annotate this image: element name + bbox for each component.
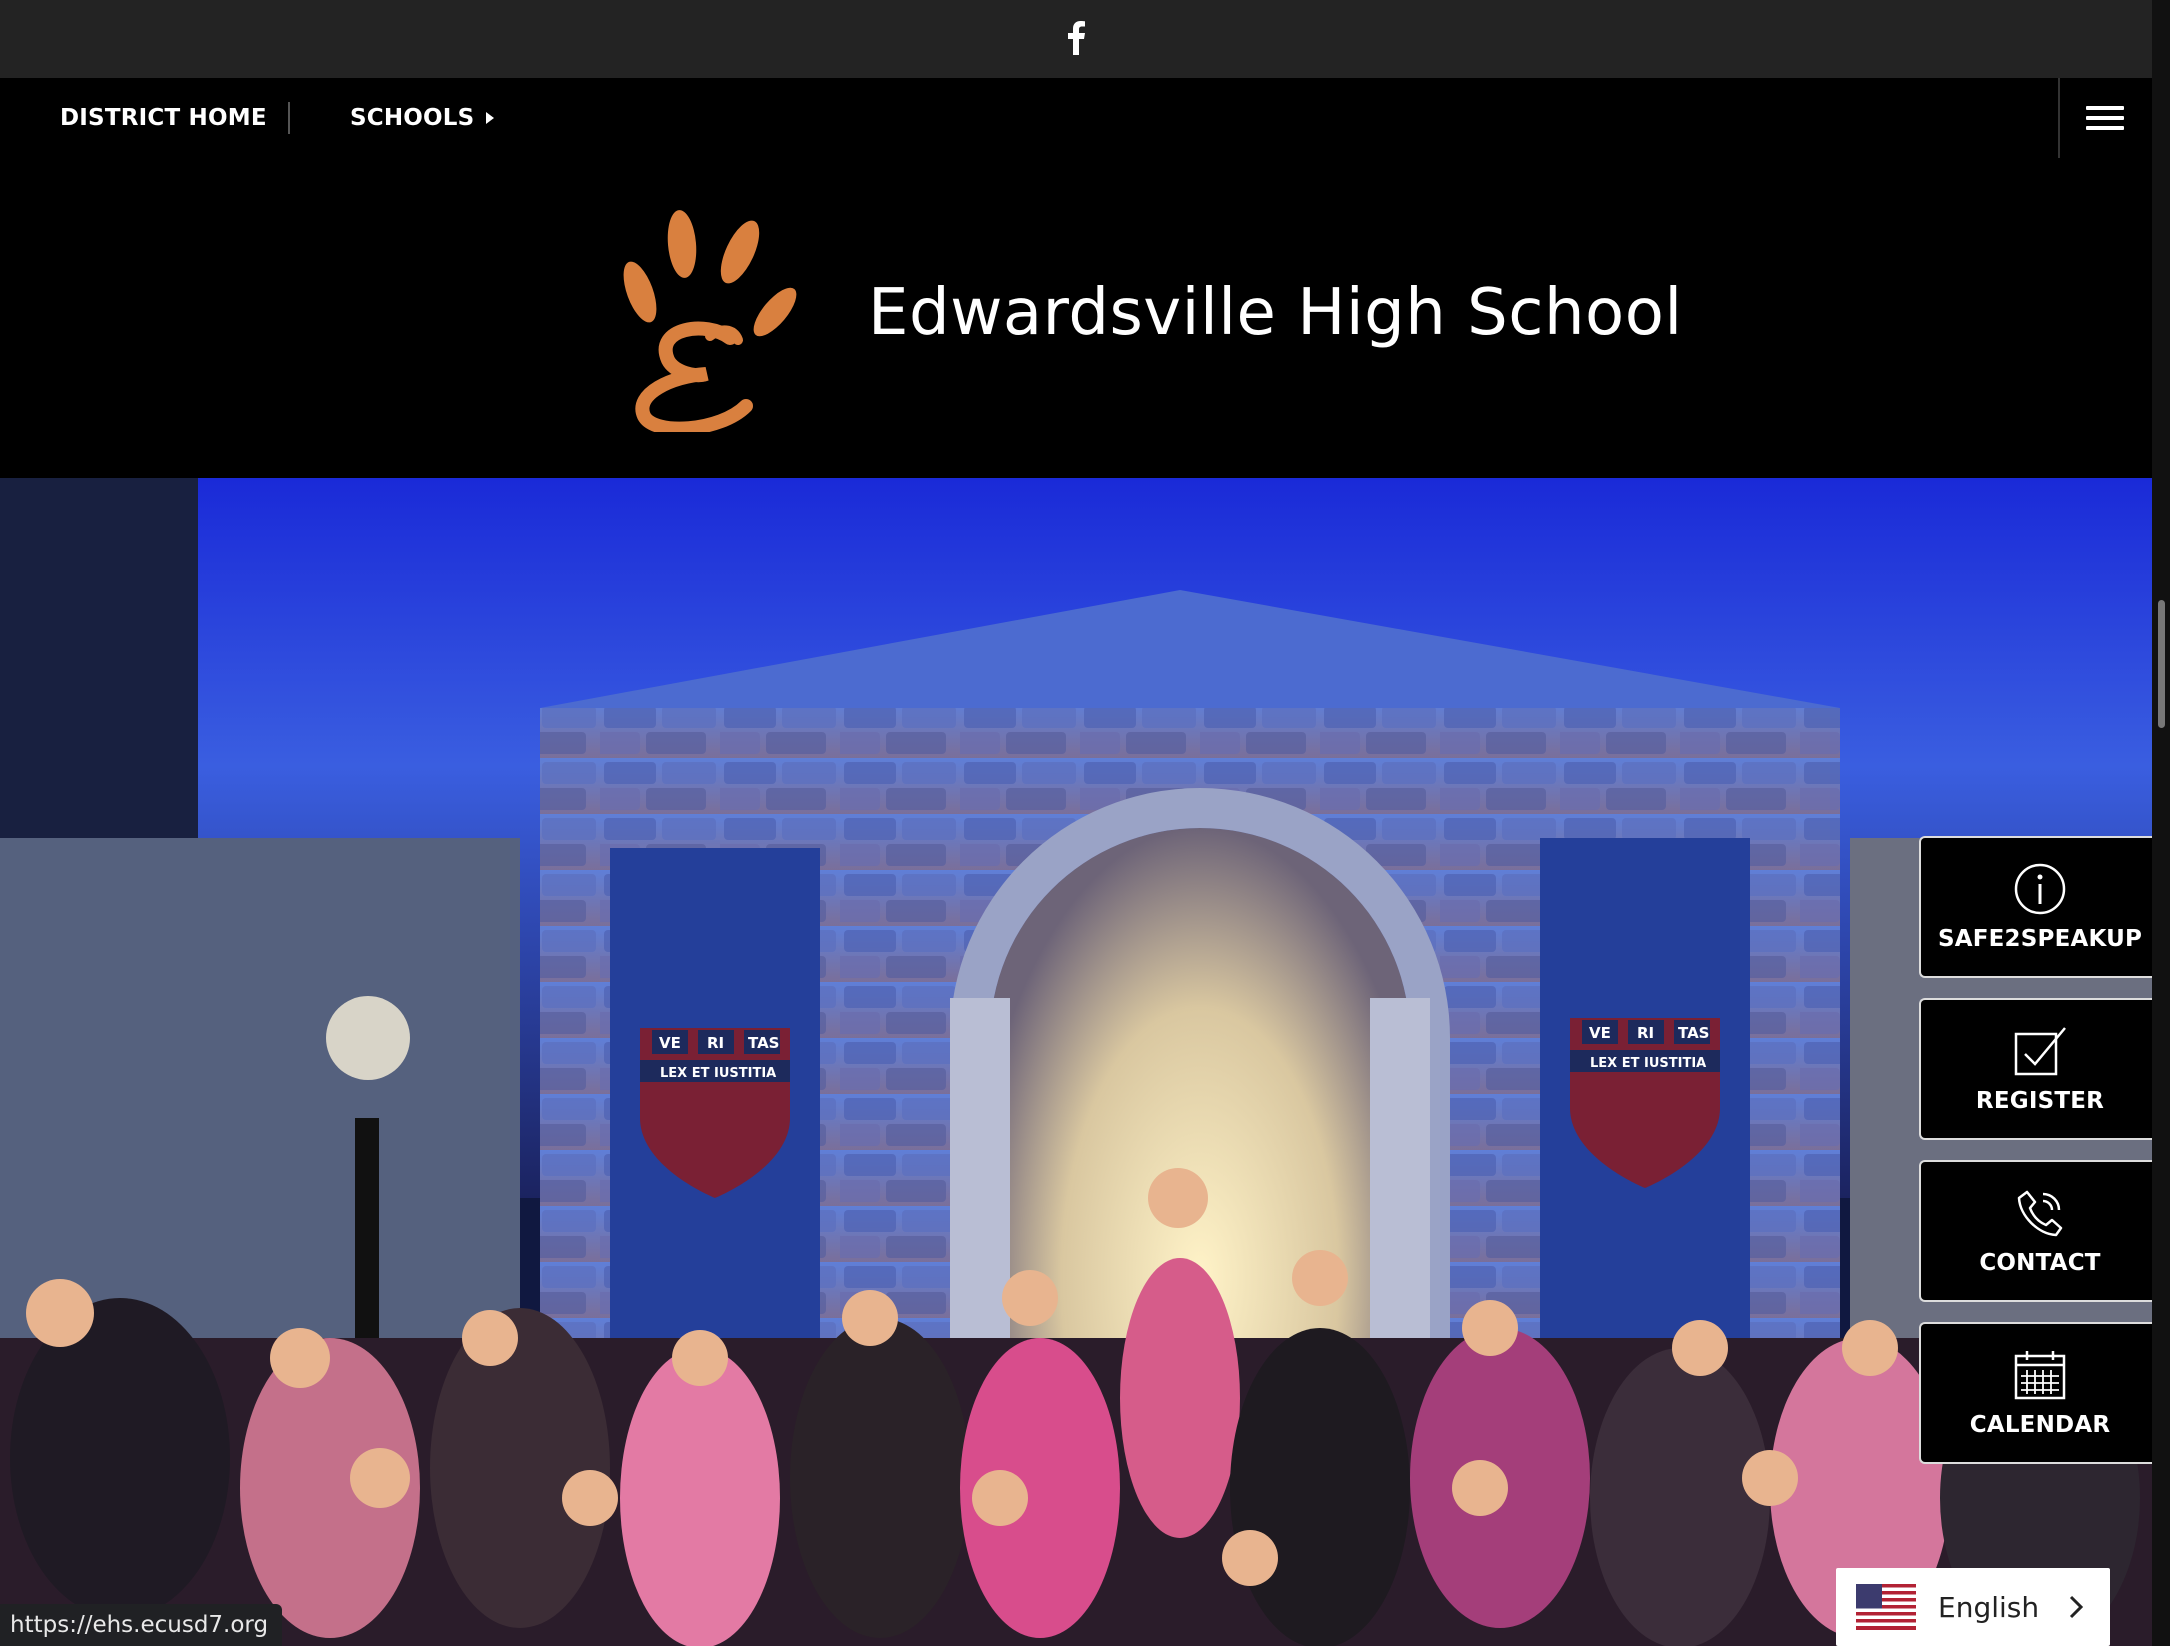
banner-left-motto: LEX ET IUSTITIA bbox=[660, 1066, 776, 1081]
banner-left-text-3: TAS bbox=[748, 1034, 779, 1052]
scrollbar[interactable] bbox=[2152, 0, 2170, 1646]
banner-left-text-1: VE bbox=[659, 1034, 681, 1052]
register-label: REGISTER bbox=[1975, 1088, 2105, 1114]
language-label: English bbox=[1938, 1590, 2040, 1624]
paw-logo-icon[interactable] bbox=[610, 210, 800, 436]
status-url: https://ehs.ecusd7.org bbox=[0, 1604, 283, 1646]
facebook-icon[interactable] bbox=[1058, 16, 1094, 60]
menu-separator bbox=[2058, 78, 2060, 158]
banner-right-text-2: RI bbox=[1637, 1024, 1654, 1042]
phone-icon bbox=[2017, 1190, 2063, 1237]
info-circle-icon bbox=[2014, 863, 2066, 915]
chevron-right-icon bbox=[2069, 1595, 2084, 1619]
hamburger-menu-icon[interactable] bbox=[2086, 100, 2124, 136]
banner-right-text-3: TAS bbox=[1678, 1024, 1709, 1042]
us-flag-icon bbox=[1856, 1584, 1916, 1630]
checkbox-icon bbox=[2014, 1027, 2066, 1076]
schools-label: SCHOOLS bbox=[350, 105, 475, 131]
contact-button[interactable]: CONTACT bbox=[1919, 1160, 2159, 1302]
banner-left-text-2: RI bbox=[707, 1034, 724, 1052]
register-button[interactable]: REGISTER bbox=[1919, 998, 2159, 1140]
district-home-link[interactable]: DISTRICT HOME bbox=[60, 78, 267, 158]
contact-label: CONTACT bbox=[1979, 1250, 2101, 1276]
calendar-label: CALENDAR bbox=[1969, 1412, 2111, 1438]
nav-divider bbox=[288, 102, 290, 134]
social-bar bbox=[0, 0, 2152, 78]
safe2speakup-button[interactable]: SAFE2SPEAKUP bbox=[1919, 836, 2159, 978]
banner-right-motto: LEX ET IUSTITIA bbox=[1590, 1056, 1706, 1071]
school-header: Edwardsville High School bbox=[0, 158, 2152, 478]
calendar-icon bbox=[2014, 1351, 2066, 1400]
hero-image: VE RI TAS LEX ET IUSTITIA VE RI TAS LEX … bbox=[0, 478, 2152, 1646]
scroll-thumb[interactable] bbox=[2158, 600, 2165, 728]
school-name: Edwardsville High School bbox=[868, 276, 1683, 350]
schools-dropdown[interactable]: SCHOOLS bbox=[350, 78, 495, 158]
calendar-button[interactable]: CALENDAR bbox=[1919, 1322, 2159, 1464]
language-selector[interactable]: English bbox=[1836, 1568, 2110, 1646]
safe2speakup-label: SAFE2SPEAKUP bbox=[1937, 926, 2143, 952]
main-nav: DISTRICT HOME SCHOOLS bbox=[0, 78, 2152, 158]
caret-right-icon bbox=[486, 112, 495, 124]
banner-right-text-1: VE bbox=[1589, 1024, 1611, 1042]
